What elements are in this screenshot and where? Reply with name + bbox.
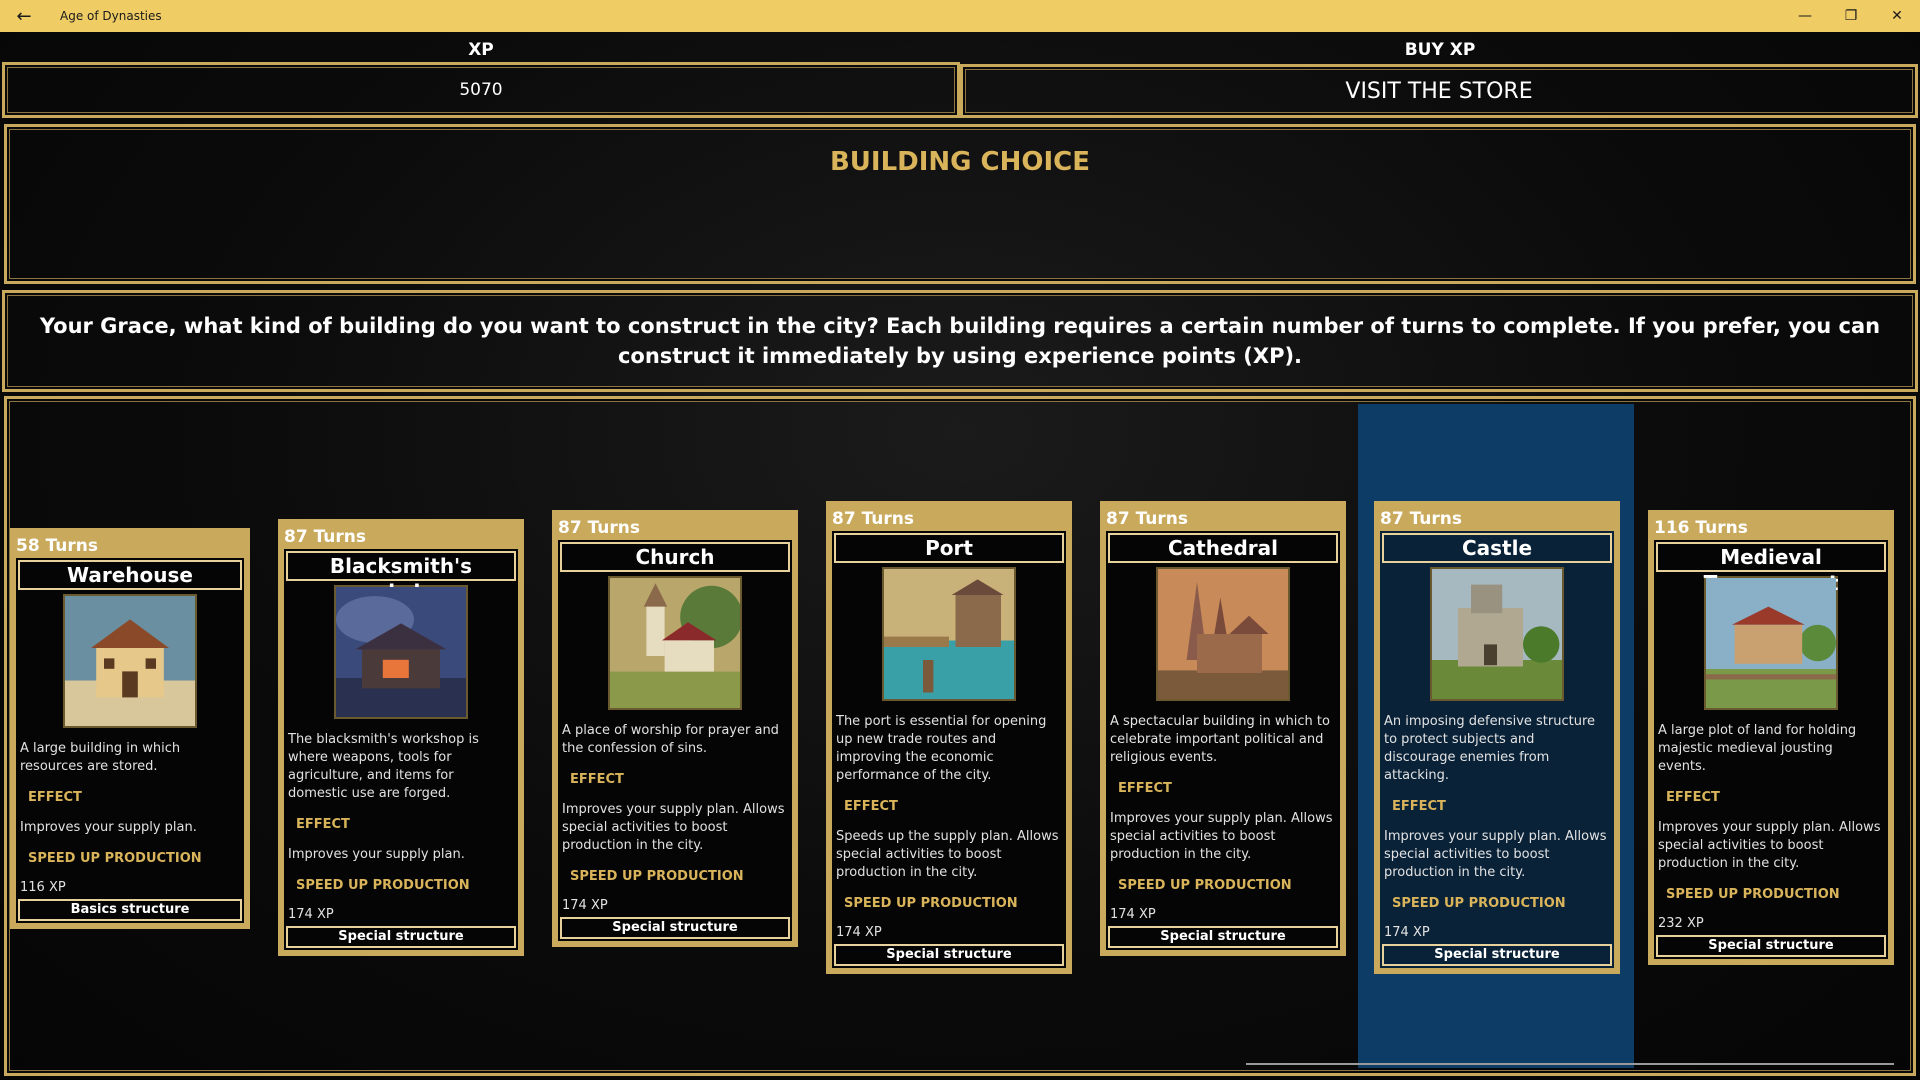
building-name: Blacksmith's workshop: [286, 551, 516, 604]
building-description: A large plot of land for holding majesti…: [1658, 723, 1857, 774]
visit-store-button[interactable]: VISIT THE STORE: [960, 64, 1918, 118]
building-card-blacksmith[interactable]: 87 Turns Blacksmith's workshop The black…: [278, 519, 524, 956]
turns-label: 87 Turns: [558, 516, 792, 540]
structure-type: Special structure: [1108, 926, 1338, 948]
close-icon[interactable]: ✕: [1874, 0, 1920, 32]
page-title: BUILDING CHOICE: [829, 147, 1091, 177]
building-name: Medieval Tournament: [1656, 542, 1886, 595]
xp-cost: 232 XP: [1658, 916, 1704, 931]
prompt-text: Your Grace, what kind of building do you…: [39, 314, 1881, 368]
restore-icon[interactable]: ❐: [1828, 0, 1874, 32]
structure-type: Special structure: [286, 926, 516, 948]
effect-text: Improves your supply plan. Allows specia…: [562, 802, 785, 853]
xp-label: XP: [468, 40, 494, 60]
xp-cost: 174 XP: [1384, 925, 1430, 940]
building-description: The blacksmith's workshop is where weapo…: [288, 732, 479, 801]
church-image: [608, 576, 742, 710]
building-name: Church: [560, 542, 790, 572]
effect-heading: EFFECT: [570, 772, 624, 787]
speed-up-production-link[interactable]: SPEED UP PRODUCTION: [1380, 896, 1614, 911]
xp-cost: 174 XP: [836, 925, 882, 940]
speed-up-production-link[interactable]: SPEED UP PRODUCTION: [832, 896, 1066, 911]
xp-value: 5070: [459, 80, 503, 100]
title-bar: ← Age of Dynasties — ❐ ✕: [0, 0, 1920, 32]
xp-cost: 174 XP: [562, 898, 608, 913]
minimize-icon[interactable]: —: [1782, 0, 1828, 32]
effect-text: Improves your supply plan.: [288, 847, 465, 862]
speed-up-production-link[interactable]: SPEED UP PRODUCTION: [1654, 887, 1888, 902]
building-name: Warehouse: [18, 560, 242, 590]
xp-cost: 174 XP: [288, 907, 334, 922]
effect-text: Improves your supply plan.: [20, 820, 197, 835]
structure-type: Basics structure: [18, 899, 242, 921]
building-description: An imposing defensive structure to prote…: [1384, 714, 1596, 783]
effect-text: Improves your supply plan. Allows specia…: [1110, 811, 1333, 862]
effect-heading: EFFECT: [1666, 790, 1720, 805]
speed-up-production-link[interactable]: SPEED UP PRODUCTION: [558, 869, 792, 884]
effect-heading: EFFECT: [844, 799, 898, 814]
effect-text: Improves your supply plan. Allows specia…: [1658, 820, 1881, 871]
effect-heading: EFFECT: [1118, 781, 1172, 796]
building-card-cathedral[interactable]: 87 Turns Cathedral A spectacular buildin…: [1100, 501, 1346, 956]
prompt-panel: Your Grace, what kind of building do you…: [2, 290, 1918, 392]
building-description: The port is essential for opening up new…: [836, 714, 1047, 783]
speed-up-production-link[interactable]: SPEED UP PRODUCTION: [284, 878, 518, 893]
speed-up-production-link[interactable]: SPEED UP PRODUCTION: [1106, 878, 1340, 893]
building-name: Port: [834, 533, 1064, 563]
turns-label: 87 Turns: [1380, 507, 1614, 531]
app-title: Age of Dynasties: [60, 9, 162, 23]
tournament-image: [1704, 576, 1838, 710]
structure-type: Special structure: [834, 944, 1064, 966]
turns-label: 116 Turns: [1654, 516, 1888, 540]
turns-label: 87 Turns: [1106, 507, 1340, 531]
xp-value-box: 5070: [2, 62, 960, 118]
building-card-port[interactable]: 87 Turns Port The port is essential for …: [826, 501, 1072, 974]
building-name: Castle: [1382, 533, 1612, 563]
building-choice-panel: BUILDING CHOICE: [4, 124, 1916, 284]
cathedral-image: [1156, 567, 1290, 701]
building-name: Cathedral: [1108, 533, 1338, 563]
turns-label: 87 Turns: [832, 507, 1066, 531]
effect-heading: EFFECT: [296, 817, 350, 832]
port-image: [882, 567, 1016, 701]
building-card-castle[interactable]: 87 Turns Castle An imposing defensive st…: [1374, 501, 1620, 974]
building-card-church[interactable]: 87 Turns Church A place of worship for p…: [552, 510, 798, 947]
effect-heading: EFFECT: [28, 790, 82, 805]
window-controls: — ❐ ✕: [1782, 0, 1920, 32]
building-card-warehouse[interactable]: 58 Turns Warehouse A large building in w…: [10, 528, 250, 929]
buy-xp-label: BUY XP: [1404, 40, 1476, 60]
speed-up-production-link[interactable]: SPEED UP PRODUCTION: [16, 851, 244, 866]
structure-type: Special structure: [1656, 935, 1886, 957]
xp-cost: 116 XP: [20, 880, 66, 895]
building-card-tournament[interactable]: 116 Turns Medieval Tournament A large pl…: [1648, 510, 1894, 965]
effect-heading: EFFECT: [1392, 799, 1446, 814]
structure-type: Special structure: [1382, 944, 1612, 966]
back-arrow-icon[interactable]: ←: [0, 0, 48, 32]
castle-image: [1430, 567, 1564, 701]
xp-cost: 174 XP: [1110, 907, 1156, 922]
effect-text: Improves your supply plan. Allows specia…: [1384, 829, 1607, 880]
effect-text: Speeds up the supply plan. Allows specia…: [836, 829, 1059, 880]
building-description: A place of worship for prayer and the co…: [562, 723, 779, 756]
visit-store-label: VISIT THE STORE: [1345, 78, 1533, 104]
building-description: A spectacular building in which to celeb…: [1110, 714, 1330, 765]
turns-label: 87 Turns: [284, 525, 518, 549]
blacksmith-image: [334, 585, 468, 719]
building-description: A large building in which resources are …: [20, 741, 181, 774]
structure-type: Special structure: [560, 917, 790, 939]
turns-label: 58 Turns: [16, 534, 244, 558]
warehouse-image: [63, 594, 197, 728]
horizontal-scrollbar[interactable]: [1246, 1063, 1894, 1065]
